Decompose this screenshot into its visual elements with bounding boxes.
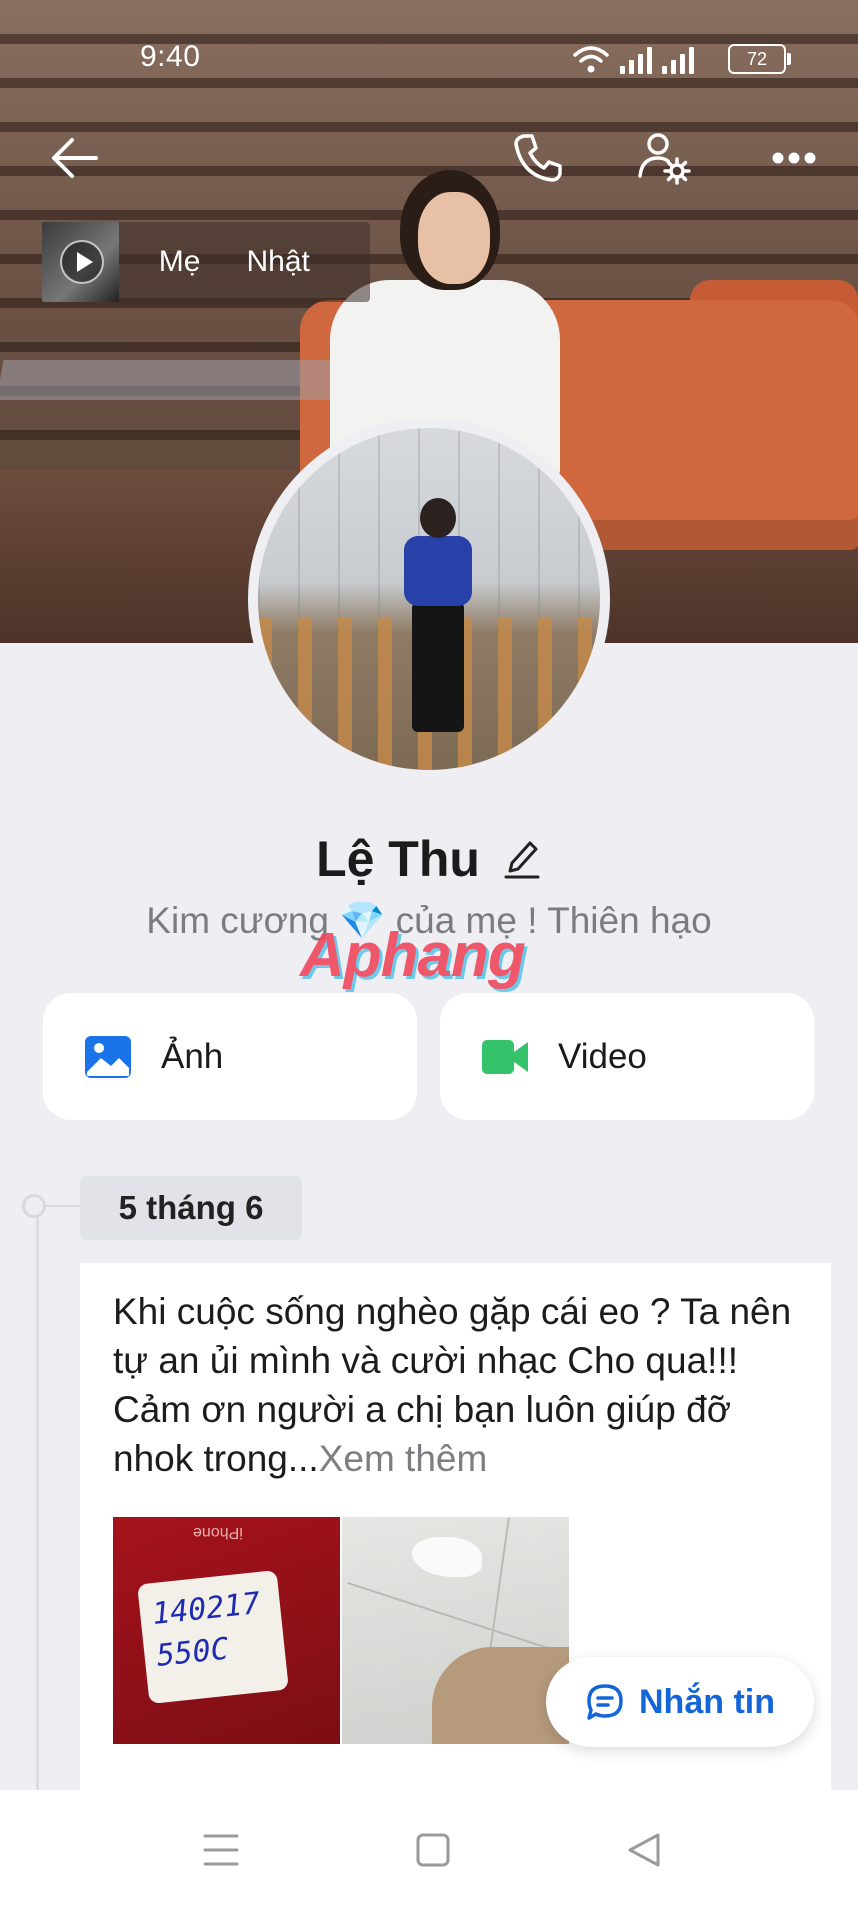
status-bar: 9:40 72 <box>0 0 858 110</box>
image-icon <box>85 1035 131 1078</box>
back-triangle-icon[interactable] <box>614 1820 674 1880</box>
watermark-logo: Aphang <box>300 921 526 990</box>
back-arrow-icon[interactable] <box>44 128 104 188</box>
send-message-label: Nhắn tin <box>639 1682 775 1721</box>
more-dots-icon[interactable] <box>764 128 824 188</box>
timeline-date: 5 tháng 6 <box>80 1176 302 1240</box>
post-text: Khi cuộc sống nghèo gặp cái eo ? Ta nên … <box>113 1291 792 1479</box>
timeline-dot <box>22 1194 46 1218</box>
signal-icon <box>662 46 694 74</box>
photos-button[interactable]: Ảnh <box>43 993 417 1120</box>
home-square-icon[interactable] <box>403 1820 463 1880</box>
play-icon[interactable] <box>60 240 104 284</box>
profile-music-chip[interactable]: Mẹ Nhật <box>42 222 370 302</box>
photos-label: Ảnh <box>161 1036 224 1076</box>
phone-icon[interactable] <box>508 128 568 188</box>
profile-name: Lệ Thu <box>316 831 480 887</box>
avatar[interactable] <box>248 418 610 780</box>
battery-icon: 72 <box>728 44 791 74</box>
system-nav-bar <box>0 1790 858 1908</box>
videos-label: Video <box>558 1036 647 1076</box>
profile-settings-icon[interactable] <box>634 128 694 188</box>
see-more-link[interactable]: Xem thêm <box>319 1438 488 1479</box>
music-title: Mẹ Nhật <box>158 245 310 278</box>
status-icons <box>572 40 694 74</box>
send-message-button[interactable]: Nhắn tin <box>546 1657 814 1747</box>
menu-icon[interactable] <box>191 1820 251 1880</box>
timeline-line <box>36 1210 39 1790</box>
videos-button[interactable]: Video <box>440 993 814 1120</box>
signal-icon <box>620 46 652 74</box>
price-tag: 140217 550C <box>137 1570 289 1704</box>
chat-bubble-icon <box>587 1684 623 1720</box>
profile-name-row: Lệ Thu <box>0 830 858 888</box>
post-photo-1[interactable]: iPhone 140217 550C <box>113 1517 340 1744</box>
wifi-icon <box>573 46 609 73</box>
video-camera-icon <box>482 1039 528 1074</box>
post-photo-2[interactable] <box>342 1517 569 1744</box>
pencil-icon[interactable] <box>502 837 542 881</box>
avatar-image <box>258 428 600 770</box>
music-thumbnail <box>42 222 119 302</box>
photo-brand-text: iPhone <box>193 1524 243 1541</box>
timeline-connector <box>46 1205 80 1207</box>
status-time: 9:40 <box>140 40 201 73</box>
